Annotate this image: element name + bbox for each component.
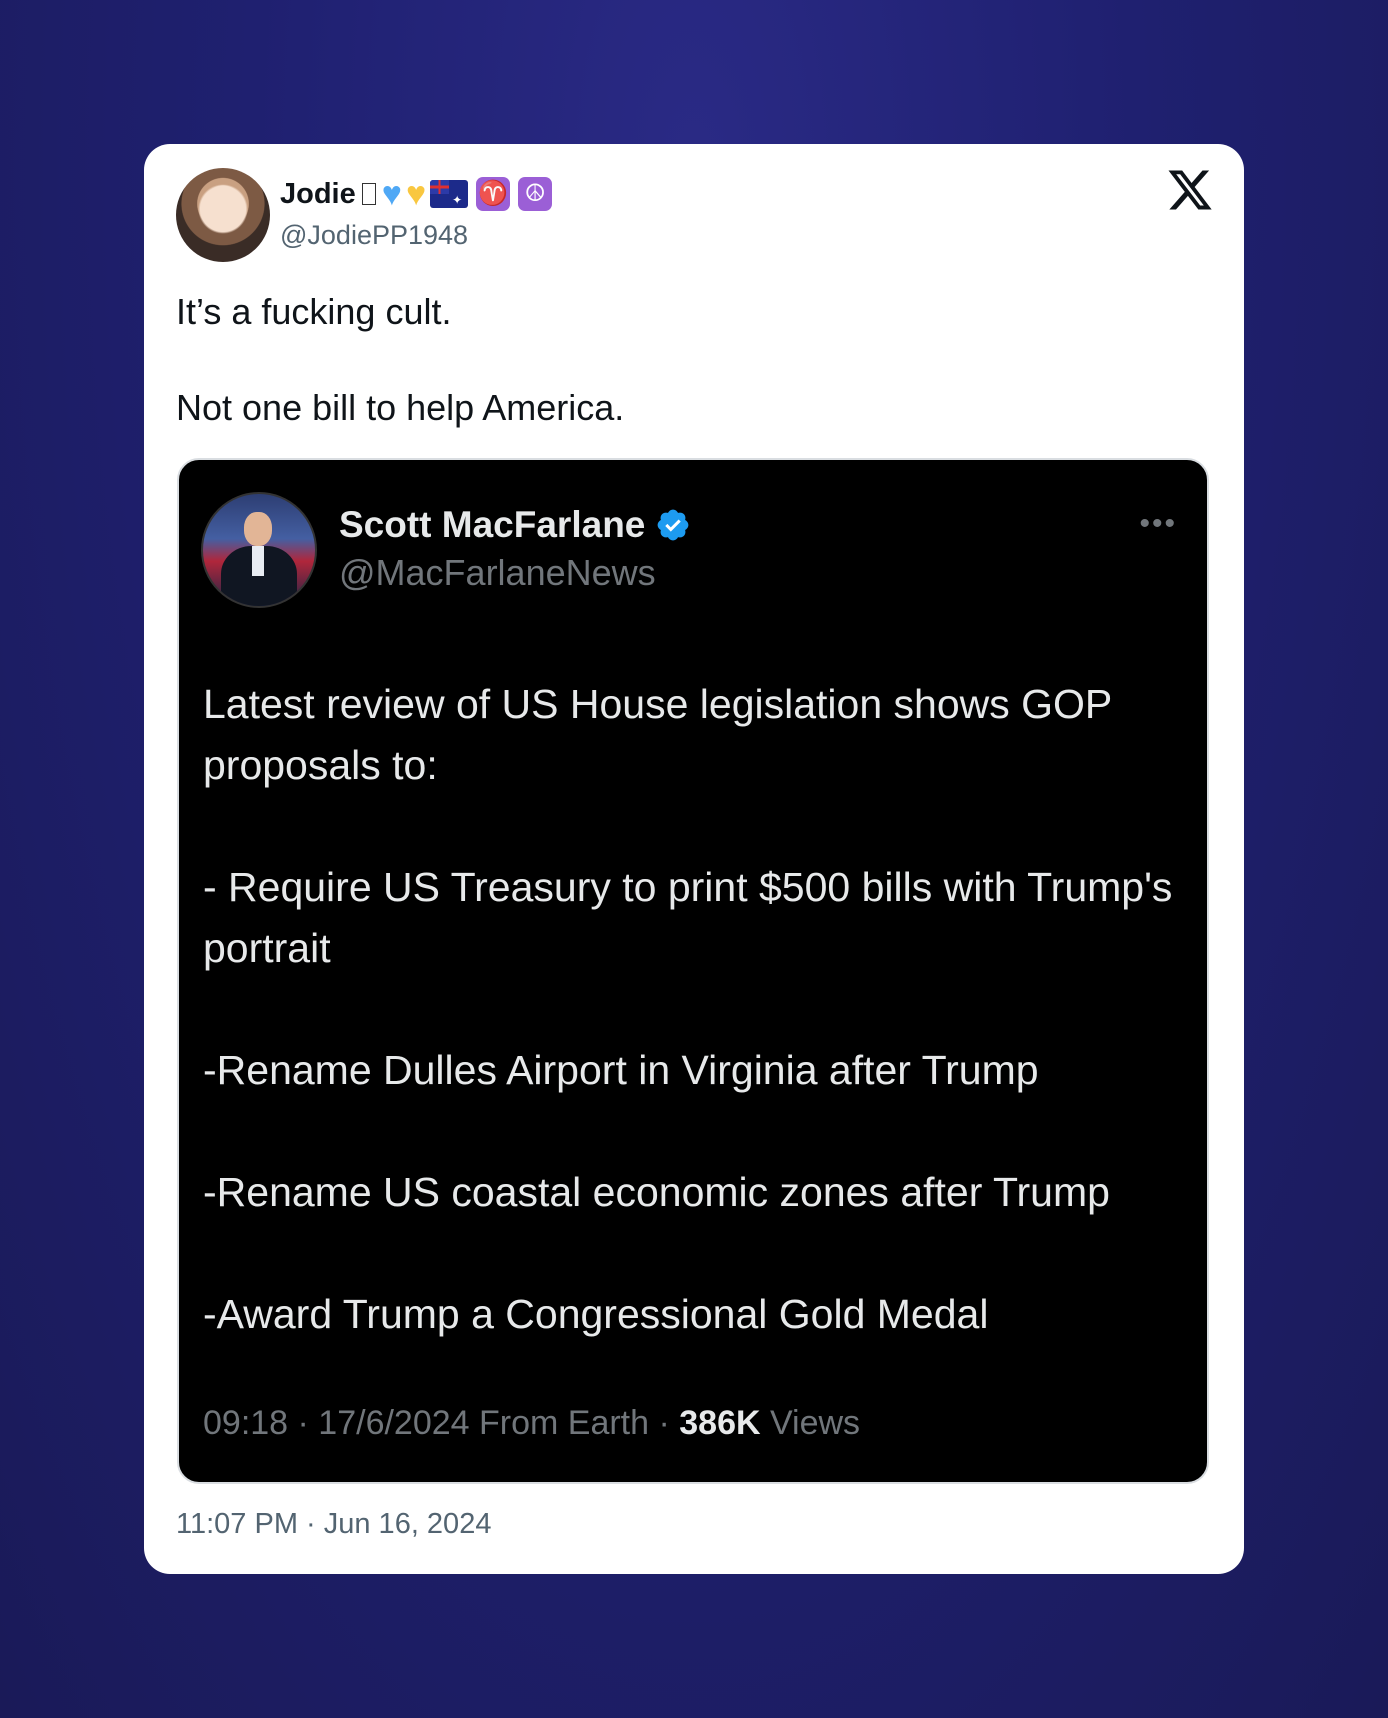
embedded-author-handle: @MacFarlaneNews <box>339 552 656 593</box>
embedded-paragraph: -Rename Dulles Airport in Virginia after… <box>203 1047 1039 1093</box>
more-options-icon: ••• <box>1139 507 1177 540</box>
verified-badge-icon <box>658 509 689 541</box>
x-logo-icon[interactable] <box>1166 166 1214 214</box>
tweet-card: Jodie ♥ ♥ ♈ ☮ @JodiePP1948 It’s a fuckin… <box>144 144 1244 1574</box>
embedded-tweet-text: Latest review of US House legislation sh… <box>203 674 1193 1345</box>
embedded-paragraph: -Award Trump a Congressional Gold Medal <box>203 1291 989 1337</box>
embedded-paragraph: Latest review of US House legislation sh… <box>203 681 1112 788</box>
aries-symbol-icon: ♈ <box>476 177 511 211</box>
embedded-author-avatar <box>201 492 317 608</box>
views-count: 386K <box>679 1404 761 1442</box>
author-handle[interactable]: @JodiePP1948 <box>280 220 468 251</box>
tofu-glyph-icon <box>361 183 376 205</box>
blue-heart-icon: ♥ <box>381 175 402 213</box>
embedded-paragraph: - Require US Treasury to print $500 bill… <box>203 864 1173 971</box>
author-name[interactable]: Jodie <box>280 178 356 211</box>
author-name-row: Jodie ♥ ♥ ♈ ☮ <box>280 174 553 214</box>
australia-flag-icon <box>430 180 469 208</box>
embedded-author-name-row: Scott MacFarlane <box>339 504 691 546</box>
yellow-heart-icon: ♥ <box>405 175 427 213</box>
author-avatar[interactable] <box>176 168 270 262</box>
tweet-timestamp[interactable]: 11:07 PM · Jun 16, 2024 <box>176 1508 491 1541</box>
peace-symbol-icon: ☮ <box>518 177 553 211</box>
tweet-text: It’s a fucking cult. Not one bill to hel… <box>176 288 624 432</box>
views-label: Views <box>760 1404 861 1442</box>
tweet-paragraph: Not one bill to help America. <box>176 387 625 428</box>
embedded-tweet-meta: 09:18 · 17/6/2024 From Earth · 386K View… <box>203 1404 860 1443</box>
tweet-paragraph: It’s a fucking cult. <box>176 291 452 332</box>
embedded-author-name: Scott MacFarlane <box>339 504 646 545</box>
embedded-meta-prefix: 09:18 · 17/6/2024 From Earth · <box>203 1404 680 1442</box>
embedded-tweet-screenshot[interactable]: Scott MacFarlane @MacFarlaneNews ••• Lat… <box>177 458 1209 1484</box>
embedded-paragraph: -Rename US coastal economic zones after … <box>203 1169 1110 1215</box>
